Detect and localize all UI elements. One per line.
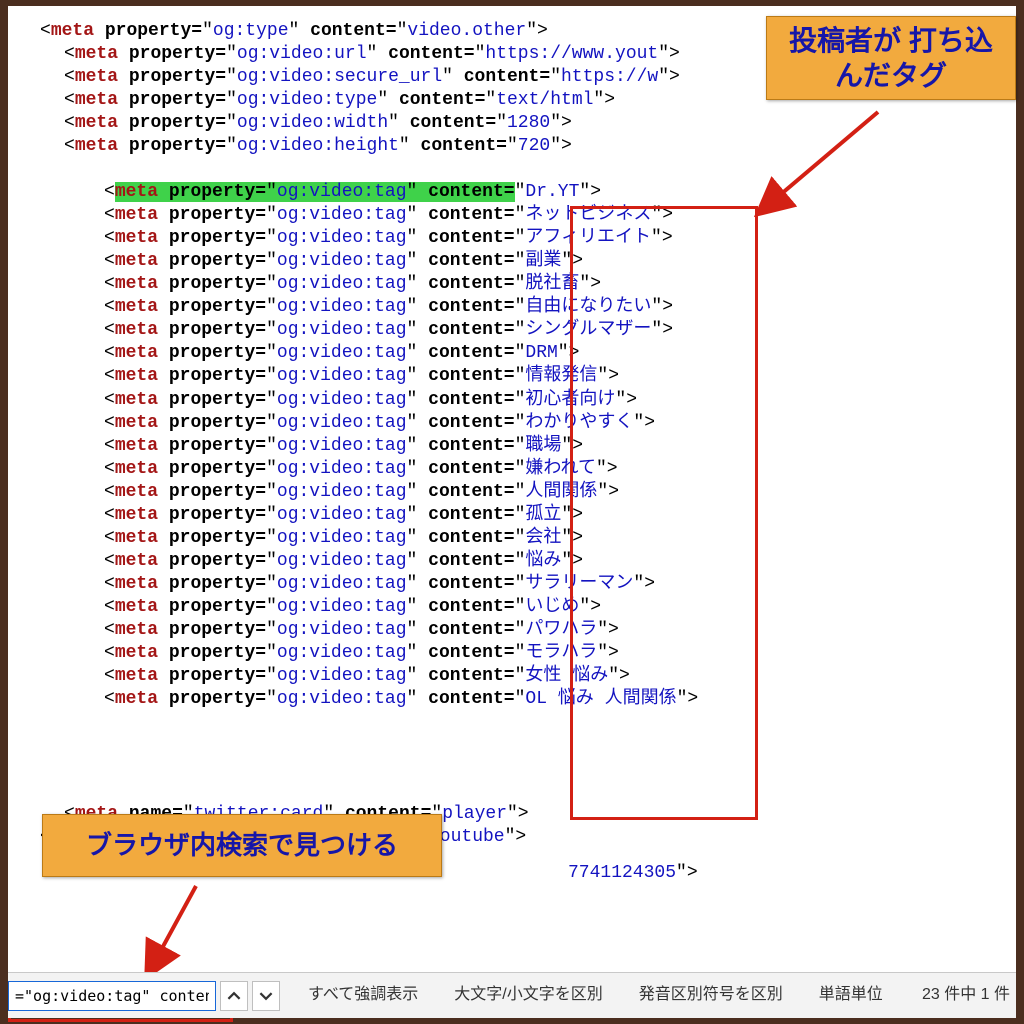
chevron-down-icon: [259, 989, 273, 1003]
find-opt-highlight-all[interactable]: すべて強調表示: [308, 985, 418, 1005]
find-opt-whole-word[interactable]: 単語単位: [819, 985, 883, 1005]
app-frame: <meta property="og:type" content="video.…: [8, 6, 1016, 1018]
find-input[interactable]: [8, 981, 216, 1011]
find-opt-diacritics[interactable]: 発音区別符号を区別: [639, 985, 783, 1005]
find-next-button[interactable]: [252, 981, 280, 1011]
find-bar: すべて強調表示 大文字/小文字を区別 発音区別符号を区別 単語単位 23 件中 …: [8, 972, 1016, 1018]
find-prev-button[interactable]: [220, 981, 248, 1011]
annotation-bottom: ブラウザ内検索で見つける: [42, 814, 442, 877]
chevron-up-icon: [227, 989, 241, 1003]
find-opt-match-case[interactable]: 大文字/小文字を区別: [454, 985, 602, 1005]
partial-id-text: 7741124305">: [568, 862, 698, 885]
find-count: 23 件中 1 件: [922, 985, 1010, 1005]
annotation-top: 投稿者が 打ち込んだタグ: [766, 16, 1016, 100]
